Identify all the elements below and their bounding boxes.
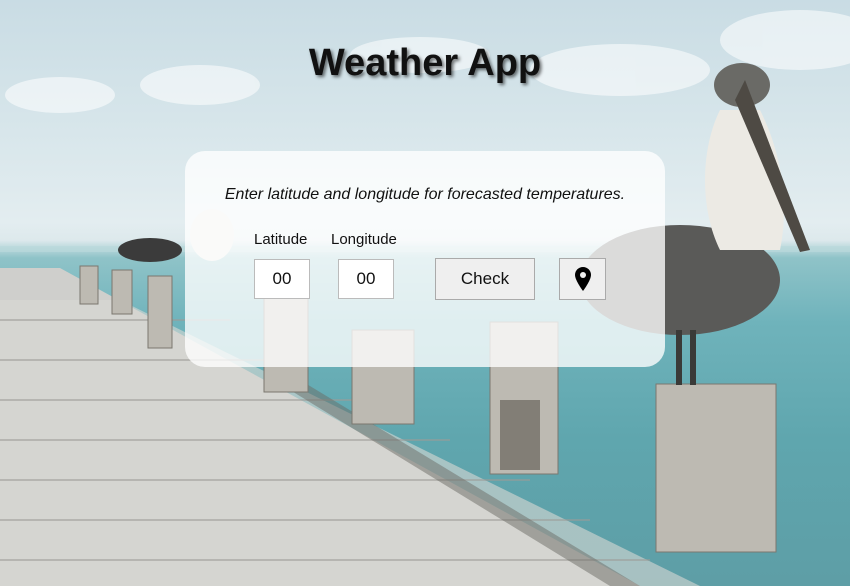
coordinates-card: Enter latitude and longitude for forecas…: [185, 151, 665, 367]
latitude-input[interactable]: [254, 259, 310, 299]
app-screen: Weather App Enter latitude and longitude…: [0, 0, 850, 586]
app-title: Weather App: [308, 42, 542, 84]
longitude-input[interactable]: [338, 259, 394, 299]
instructions-text: Enter latitude and longitude for forecas…: [224, 186, 626, 203]
latitude-label: Latitude: [254, 231, 308, 248]
map-marker-icon: [574, 267, 591, 291]
longitude-label: Longitude: [331, 231, 397, 248]
check-button[interactable]: Check: [435, 258, 535, 300]
use-location-button[interactable]: [559, 258, 606, 300]
